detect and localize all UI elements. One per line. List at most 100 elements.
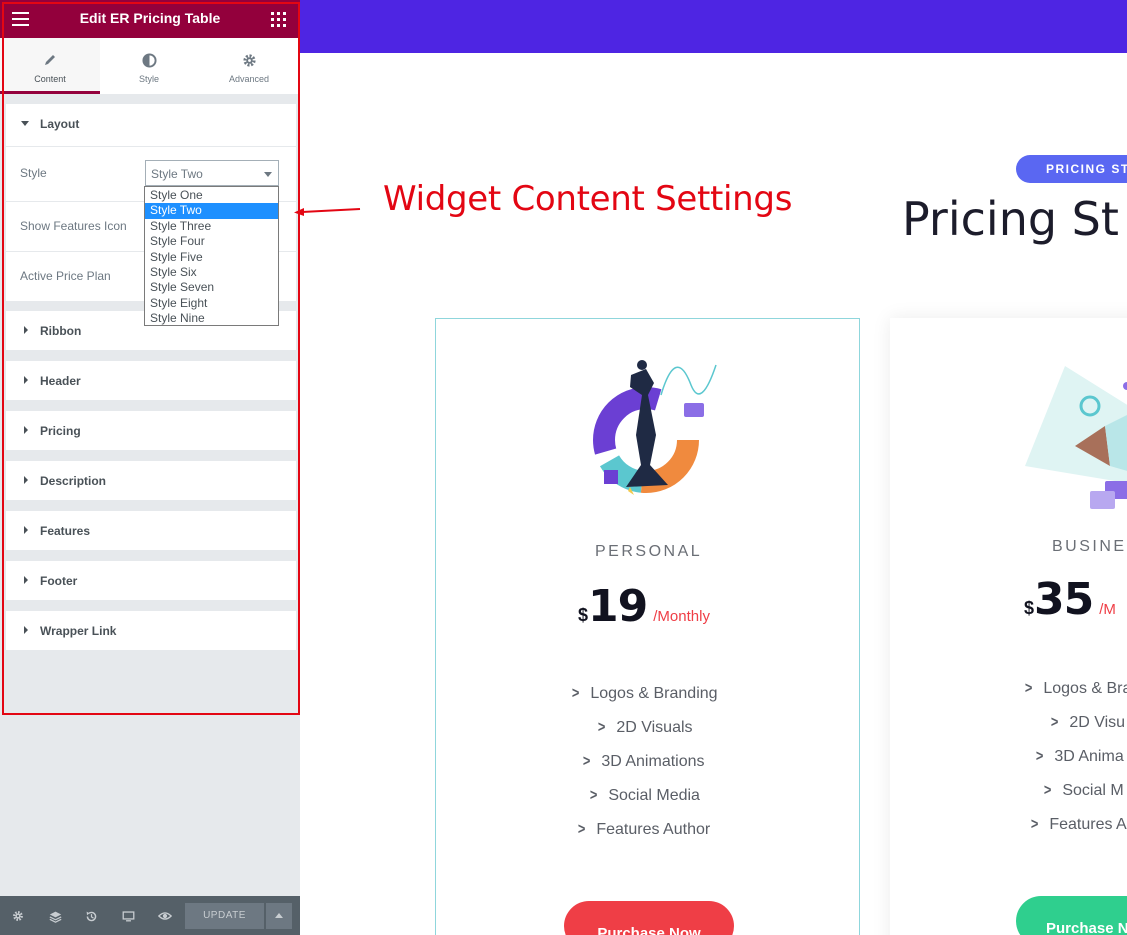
update-button[interactable]: UPDATE — [185, 903, 264, 929]
dropdown-option[interactable]: Style Seven — [145, 280, 278, 295]
section-features-title: Features — [40, 524, 91, 538]
feature-text: Features Author — [596, 821, 711, 838]
section-wrapper-link-title: Wrapper Link — [40, 624, 117, 638]
editor-panel: Edit ER Pricing Table Content Style Adva… — [0, 0, 300, 935]
price-period: /Monthly — [653, 608, 710, 625]
feature-text: Features A — [1049, 816, 1127, 833]
tab-advanced[interactable]: Advanced — [199, 38, 299, 94]
feature-item: > Social Media — [589, 787, 700, 804]
pencil-icon — [0, 52, 100, 68]
active-price-plan-label: Active Price Plan — [20, 269, 111, 283]
pricing-card-personal[interactable]: PERSONAL $19/Monthly > Logos & Branding >… — [435, 318, 860, 935]
chevron-up-icon — [275, 913, 283, 918]
half-circle-icon — [99, 52, 199, 68]
caret-right-icon — [24, 576, 28, 584]
section-footer-title: Footer — [40, 574, 78, 588]
feature-text: 3D Animations — [601, 753, 705, 770]
feature-text: Social M — [1062, 782, 1124, 799]
section-footer[interactable]: Footer — [6, 561, 296, 600]
purchase-now-button[interactable]: Purchase Now — [564, 901, 734, 935]
plan-price: $19/Monthly — [578, 581, 710, 632]
tab-style[interactable]: Style — [99, 38, 199, 94]
tab-content[interactable]: Content — [0, 38, 100, 94]
gear-icon — [199, 52, 299, 68]
price-currency: $ — [1024, 598, 1035, 618]
plan-price: $35/M — [1024, 574, 1116, 625]
divider — [6, 146, 296, 147]
feature-text: Logos & Branding — [590, 685, 718, 702]
caret-right-icon — [24, 426, 28, 434]
feature-text: 3D Anima — [1054, 748, 1124, 765]
caret-down-icon[interactable] — [21, 121, 29, 126]
annotation-arrow-icon — [294, 208, 361, 216]
chess-queen-illustration-icon — [593, 360, 717, 495]
chevron-down-icon — [264, 172, 272, 177]
feature-item: > Logos & Bra — [1024, 680, 1127, 698]
plan-name: BUSINES — [1052, 538, 1127, 555]
responsive-icon[interactable] — [121, 909, 135, 923]
section-header-title: Header — [40, 374, 81, 388]
top-banner — [300, 0, 1127, 53]
feature-item: >2D Visu — [1050, 714, 1126, 731]
tab-advanced-label: Advanced — [228, 74, 270, 84]
dropdown-option[interactable]: Style Five — [145, 250, 278, 265]
purchase-now-button[interactable]: Purchase N — [1016, 896, 1127, 935]
section-ribbon-title: Ribbon — [40, 324, 82, 338]
megaphone-illustration-icon — [1025, 366, 1127, 509]
eye-icon[interactable] — [158, 909, 172, 923]
history-icon[interactable] — [84, 909, 98, 923]
caret-right-icon — [24, 326, 28, 334]
layout-section-title[interactable]: Layout — [40, 117, 79, 131]
dropdown-option[interactable]: Style Three — [145, 219, 278, 234]
gear-icon[interactable] — [11, 909, 25, 923]
panel-tabs: Content Style Advanced — [0, 38, 300, 94]
dropdown-option[interactable]: Style Eight — [145, 296, 278, 311]
caret-right-icon — [24, 626, 28, 634]
style-label: Style — [20, 166, 47, 180]
price-currency: $ — [578, 605, 589, 625]
section-pricing-title: Pricing — [40, 424, 81, 438]
section-header[interactable]: Header — [6, 361, 296, 400]
feature-item: > Features Author — [577, 821, 711, 838]
panel-header: Edit ER Pricing Table — [0, 0, 300, 38]
style-select[interactable]: Style Two — [145, 160, 279, 186]
style-select-value: Style Two — [151, 167, 203, 181]
caret-right-icon — [24, 526, 28, 534]
section-description-title: Description — [40, 474, 107, 488]
layers-icon[interactable] — [48, 909, 62, 923]
plan-name: PERSONAL — [595, 543, 703, 560]
price-amount: 19 — [588, 581, 648, 632]
section-wrapper-link[interactable]: Wrapper Link — [6, 611, 296, 650]
price-amount: 35 — [1034, 574, 1094, 625]
widgets-grid-icon[interactable] — [271, 12, 286, 27]
feature-item: > Logos & Branding — [571, 685, 718, 702]
section-pricing[interactable]: Pricing — [6, 411, 296, 450]
tab-style-label: Style — [138, 74, 159, 84]
feature-text: 2D Visu — [1069, 714, 1126, 731]
pricing-card-business[interactable]: BUSINES $35/M >Logos & Bra >2D Visu >3D … — [890, 318, 1127, 935]
feature-text: Social Media — [608, 787, 700, 804]
caret-right-icon — [24, 376, 28, 384]
feature-text: Logos & Bra — [1043, 680, 1127, 697]
feature-item: > Features A — [1030, 816, 1127, 833]
feature-item: > Social M — [1043, 782, 1124, 799]
section-description[interactable]: Description — [6, 461, 296, 500]
dropdown-option[interactable]: Style Four — [145, 234, 278, 249]
update-options-button[interactable] — [266, 903, 292, 929]
section-heading: Pricing St — [902, 192, 1119, 246]
section-subtitle-badge: PRICING ST — [1016, 155, 1127, 183]
dropdown-option[interactable]: Style One — [145, 188, 278, 203]
dropdown-option-selected[interactable]: Style Two — [145, 203, 278, 219]
section-features[interactable]: Features — [6, 511, 296, 550]
feature-item: >3D Anima — [1035, 748, 1124, 765]
annotation-text: Widget Content Settings — [383, 179, 793, 219]
caret-right-icon — [24, 476, 28, 484]
panel-title: Edit ER Pricing Table — [79, 10, 221, 26]
dropdown-option[interactable]: Style Six — [145, 265, 278, 280]
style-dropdown-list: Style One Style Two Style Three Style Fo… — [144, 186, 279, 326]
feature-item: >3D Animations — [582, 753, 705, 770]
page-preview: PRICING ST Pricing St PERSONAL $19/Month… — [300, 0, 1127, 935]
dropdown-option[interactable]: Style Nine — [145, 311, 278, 326]
feature-item: >2D Visuals — [597, 719, 693, 736]
tab-content-label: Content — [34, 74, 66, 84]
